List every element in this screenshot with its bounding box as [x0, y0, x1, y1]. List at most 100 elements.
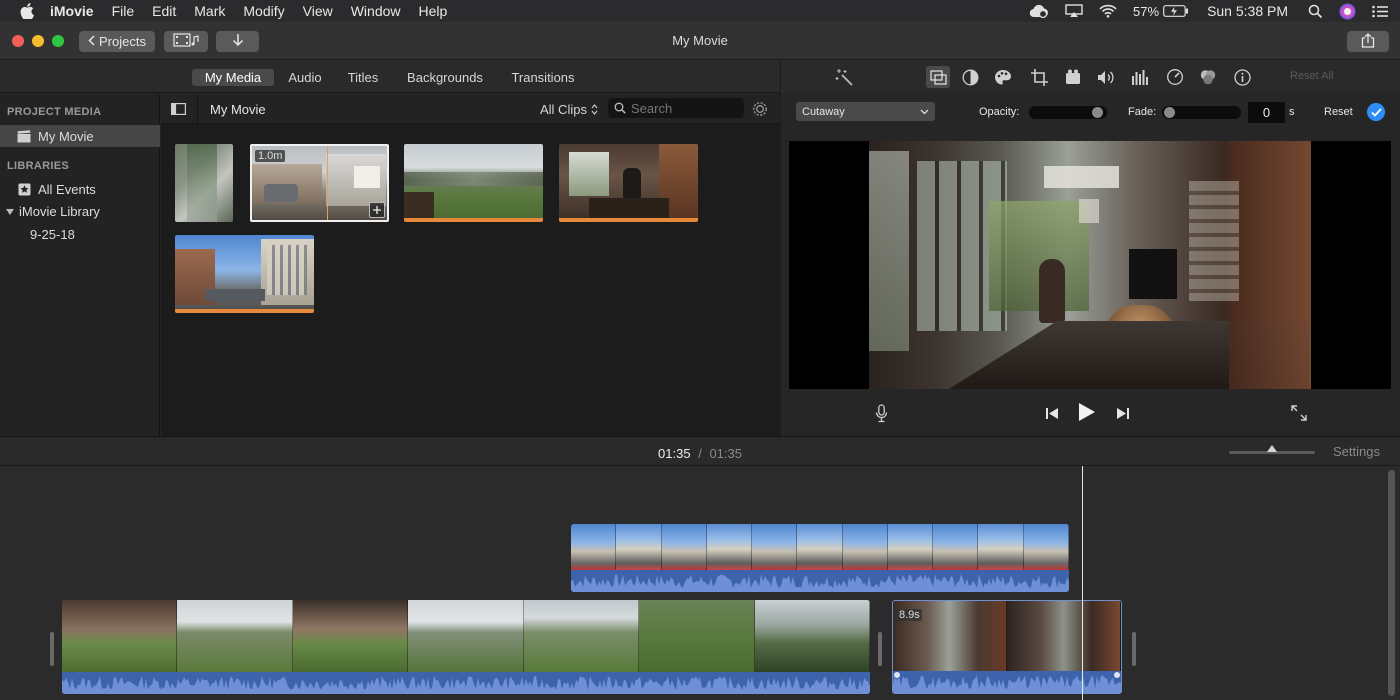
audio-waveform: [893, 671, 1121, 693]
menu-file[interactable]: File: [112, 3, 135, 19]
zoom-slider-knob[interactable]: [1267, 445, 1277, 452]
reset-button[interactable]: Reset: [1324, 106, 1353, 118]
sidebar-item-event[interactable]: 9-25-18: [30, 227, 75, 242]
updown-chevron-icon: [591, 103, 598, 115]
cutaway-clip[interactable]: [571, 524, 1069, 592]
skip-back-button[interactable]: [1043, 404, 1061, 422]
battery-icon[interactable]: [1163, 5, 1189, 17]
sidebar-item-my-movie[interactable]: My Movie: [0, 125, 160, 147]
color-correction-button[interactable]: [993, 67, 1013, 87]
media-clip-thumbnail[interactable]: [175, 144, 233, 222]
browser-settings-button[interactable]: [750, 99, 770, 119]
timeline: 8.9s: [0, 466, 1400, 700]
waveform-shape: [571, 574, 1069, 592]
gear-icon: [751, 100, 769, 118]
voiceover-button[interactable]: [872, 402, 890, 424]
scrollbar-thumb[interactable]: [1388, 470, 1395, 696]
add-clip-button[interactable]: [369, 202, 385, 218]
opacity-slider[interactable]: [1029, 106, 1107, 119]
clip-filter-select[interactable]: All Clips: [540, 100, 598, 118]
crop-button[interactable]: [1029, 67, 1049, 87]
fade-duration-field[interactable]: 0: [1248, 102, 1285, 123]
info-icon: [1233, 68, 1251, 86]
menu-view[interactable]: View: [303, 3, 333, 19]
sidebar-toggle-button[interactable]: [169, 101, 187, 117]
fade-slider-knob[interactable]: [1164, 107, 1176, 118]
clip-trim-handle[interactable]: [878, 632, 882, 666]
clip-trim-handle[interactable]: [50, 632, 54, 666]
fade-handle[interactable]: [1113, 671, 1121, 679]
fade-slider[interactable]: [1162, 106, 1241, 119]
tab-titles[interactable]: Titles: [340, 69, 386, 86]
timeline-zoom-slider[interactable]: [1229, 445, 1315, 454]
media-clip-thumbnail-selected[interactable]: 1.0m: [250, 144, 389, 222]
clip-info-button[interactable]: [1232, 67, 1252, 87]
notification-center-icon[interactable]: [1372, 5, 1388, 18]
search-input[interactable]: [631, 100, 736, 116]
stabilization-button[interactable]: [1063, 67, 1083, 87]
menu-edit[interactable]: Edit: [152, 3, 176, 19]
cafe-clip[interactable]: 8.9s: [892, 600, 1122, 694]
libraries-sidebar: PROJECT MEDIA My Movie LIBRARIES All Eve…: [0, 94, 160, 436]
reset-all-button[interactable]: Reset All: [1290, 70, 1333, 82]
clock[interactable]: Sun 5:38 PM: [1207, 3, 1288, 19]
menu-mark[interactable]: Mark: [194, 3, 225, 19]
play-button[interactable]: [1076, 401, 1098, 423]
wifi-icon[interactable]: [1099, 4, 1117, 18]
speaker-icon: [1097, 70, 1115, 85]
timeline-scrollbar[interactable]: [1388, 470, 1395, 696]
spotlight-search-icon[interactable]: [1308, 4, 1323, 19]
filmstrip-frame: [661, 524, 707, 570]
adjustments-toolbar: Reset All: [781, 60, 1400, 93]
filmstrip-frame: [523, 600, 640, 672]
sidebar-item-imovie-library[interactable]: iMovie Library: [6, 204, 100, 219]
share-button[interactable]: [1347, 31, 1389, 52]
menu-help[interactable]: Help: [419, 3, 448, 19]
fade-handle[interactable]: [893, 671, 901, 679]
creative-cloud-icon[interactable]: [1029, 4, 1049, 18]
tab-transitions[interactable]: Transitions: [505, 69, 581, 86]
video-camera-icon: [1064, 69, 1082, 85]
train-landscape-clip[interactable]: [62, 600, 870, 694]
share-icon: [1361, 32, 1375, 51]
airplay-icon[interactable]: [1065, 4, 1083, 18]
clip-used-indicator: [175, 309, 314, 313]
sidebar-item-label: All Events: [38, 182, 96, 197]
equalizer-button[interactable]: [1130, 67, 1150, 87]
tab-my-media[interactable]: My Media: [192, 69, 274, 86]
apply-checkmark-button[interactable]: [1367, 103, 1385, 121]
disclosure-triangle-icon[interactable]: [6, 208, 14, 216]
clip-trim-handle[interactable]: [1132, 632, 1136, 666]
media-clip-thumbnail[interactable]: [175, 235, 314, 313]
skip-forward-button[interactable]: [1114, 404, 1132, 422]
media-clip-thumbnail[interactable]: [559, 144, 698, 222]
filmstrip-frame: [797, 524, 843, 570]
apple-icon[interactable]: [18, 0, 36, 22]
clip-used-indicator: [559, 218, 698, 222]
project-media-heading: PROJECT MEDIA: [7, 106, 102, 118]
color-balance-button[interactable]: [960, 67, 980, 87]
fullscreen-button[interactable]: [1289, 403, 1309, 423]
menu-window[interactable]: Window: [351, 3, 401, 19]
playhead[interactable]: [1082, 466, 1083, 700]
enhance-button[interactable]: [834, 67, 854, 87]
menu-app-name[interactable]: iMovie: [50, 3, 94, 19]
clip-filter-value: All Clips: [540, 101, 587, 117]
sidebar-item-all-events[interactable]: All Events: [18, 182, 96, 197]
timeline-settings-button[interactable]: Settings: [1333, 444, 1380, 459]
search-field[interactable]: [608, 98, 744, 118]
menu-modify[interactable]: Modify: [243, 3, 284, 19]
video-preview[interactable]: [789, 141, 1391, 389]
tab-backgrounds[interactable]: Backgrounds: [402, 69, 488, 86]
tab-audio[interactable]: Audio: [283, 69, 327, 86]
clip-filter-button[interactable]: [1198, 67, 1218, 87]
opacity-slider-knob[interactable]: [1091, 107, 1103, 118]
total-time: 01:35: [709, 446, 742, 461]
overlay-mode-select[interactable]: Cutaway: [796, 102, 935, 121]
video-overlay-settings-button[interactable]: [926, 66, 950, 88]
siri-icon[interactable]: [1339, 3, 1356, 20]
speed-button[interactable]: [1165, 67, 1185, 87]
window-title: My Movie: [672, 33, 728, 48]
volume-button[interactable]: [1096, 67, 1116, 87]
media-clip-thumbnail[interactable]: [404, 144, 543, 222]
